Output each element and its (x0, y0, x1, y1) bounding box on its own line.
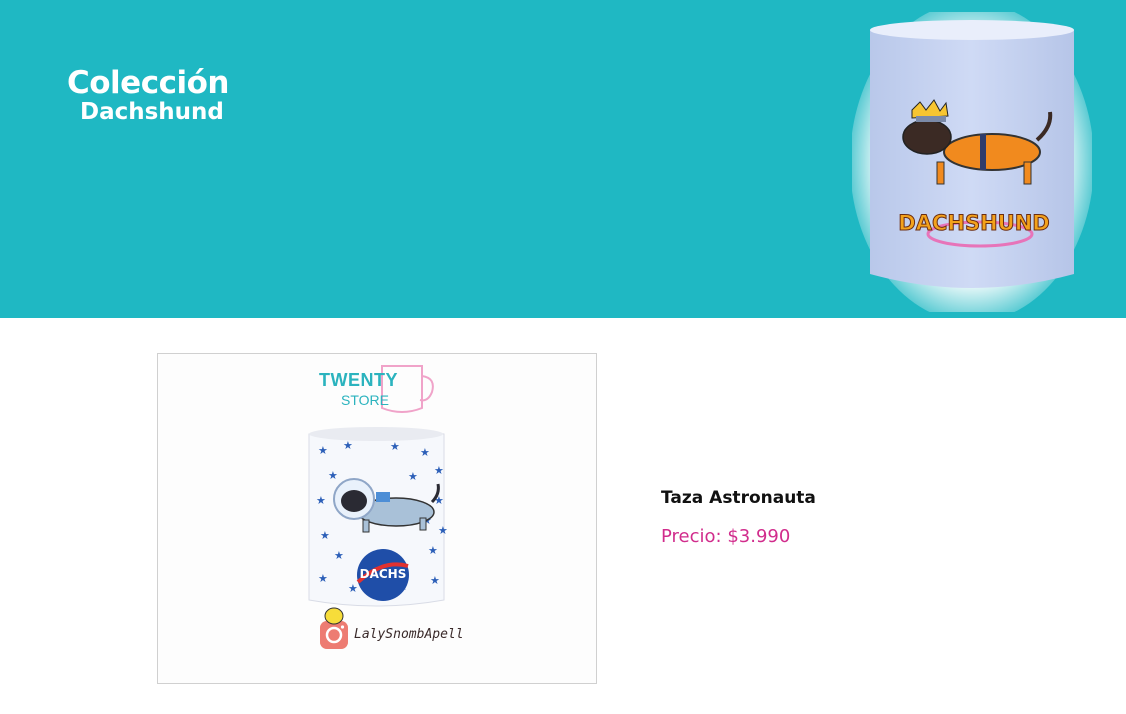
svg-text:★: ★ (438, 524, 448, 537)
svg-text:★: ★ (420, 446, 430, 459)
product-badge-text: DACHS (360, 567, 407, 581)
product-info: Taza Astronauta Precio: $3.990 (661, 488, 816, 547)
product-name[interactable]: Taza Astronauta (661, 488, 816, 508)
svg-text:★: ★ (408, 470, 418, 483)
instagram-icon (320, 607, 348, 649)
store-logo-line2: STORE (341, 392, 389, 408)
product-image-card[interactable]: ★★★★ ★★★ ★★★ ★★★ ★★★ ★★ DACHS TWENTY STO… (157, 353, 597, 684)
svg-text:★: ★ (328, 469, 338, 482)
hero-mug-text: DACHSHUND (898, 211, 1049, 235)
instagram-handle: LalySnombApell (354, 627, 464, 642)
svg-text:★: ★ (430, 574, 440, 587)
svg-text:★: ★ (434, 464, 444, 477)
svg-text:★: ★ (318, 572, 328, 585)
svg-text:★: ★ (318, 444, 328, 457)
svg-text:★: ★ (343, 439, 353, 452)
svg-text:★: ★ (390, 440, 400, 453)
product-price: Precio: $3.990 (661, 526, 791, 547)
store-logo-line1: TWENTY (319, 370, 398, 390)
collection-title-line2: Dachshund (80, 99, 224, 125)
svg-text:★: ★ (348, 582, 358, 595)
collection-title: Colección Dachshund (67, 68, 229, 124)
svg-text:★: ★ (320, 529, 330, 542)
store-logo: TWENTY STORE (319, 370, 398, 408)
svg-text:★: ★ (334, 549, 344, 562)
collection-hero-banner: Colección Dachshund DACHSHUND (0, 0, 1126, 318)
svg-text:★: ★ (316, 494, 326, 507)
hero-mug-image: DACHSHUND (852, 12, 1092, 312)
svg-text:★: ★ (428, 544, 438, 557)
collection-title-line1: Colección (67, 65, 229, 101)
